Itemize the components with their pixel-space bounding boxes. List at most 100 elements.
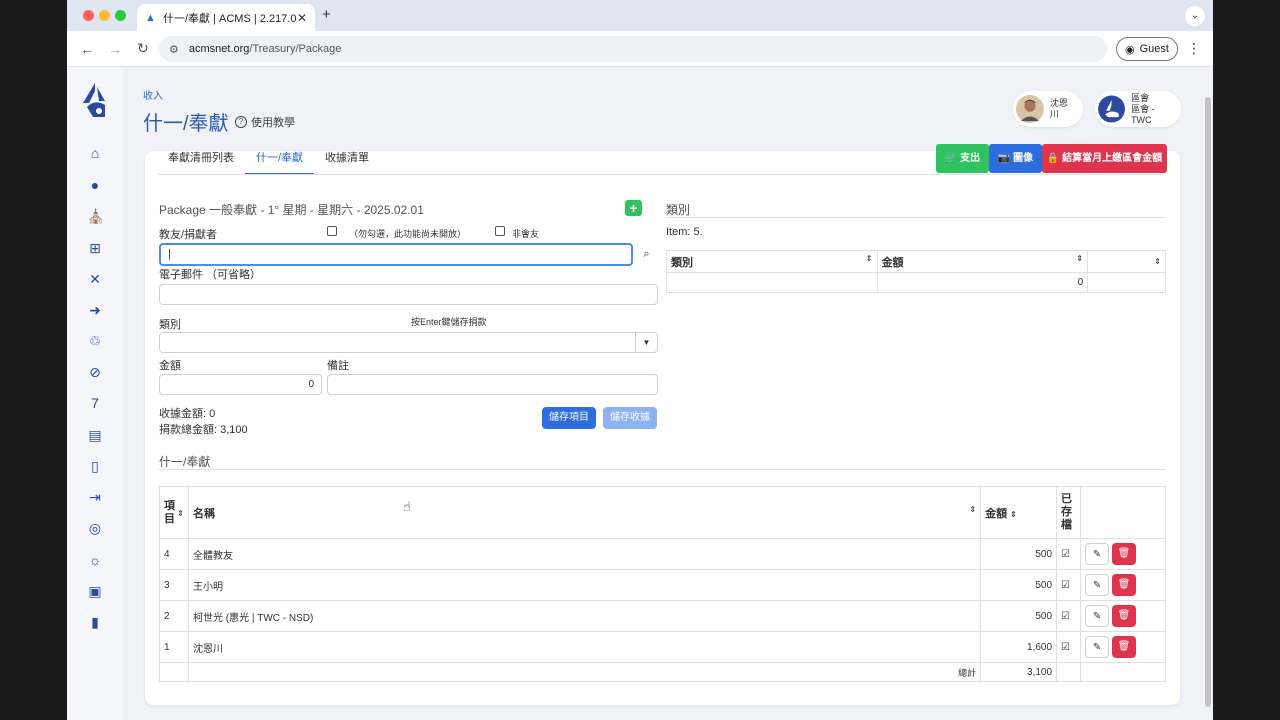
delete-button[interactable]: 🗑: [1112, 605, 1137, 627]
user-icon[interactable]: ●: [87, 177, 103, 193]
broadcast-icon[interactable]: ☼: [87, 552, 103, 568]
sign-out-icon[interactable]: ⇥: [87, 489, 103, 505]
filed-check-icon: ☑: [1056, 538, 1082, 570]
document-icon[interactable]: ▯: [87, 458, 103, 474]
sort-icon[interactable]: ⇕: [866, 254, 873, 263]
extra-col-header[interactable]: ⇕: [1087, 250, 1166, 273]
browser-tab[interactable]: ▲ 什一/奉獻 | ACMS | 2.217.0 ✕: [137, 4, 315, 31]
forward-icon[interactable]: →: [101, 41, 129, 57]
email-label: 電子郵件 （可省略）: [159, 269, 262, 281]
church-icon[interactable]: ⛪: [87, 208, 104, 224]
sort-icon[interactable]: ⇕: [969, 505, 976, 514]
new-tab-icon[interactable]: +: [322, 6, 331, 23]
tab-receipt-list[interactable]: 收據清單: [314, 151, 380, 175]
browser-window: ▲ 什一/奉獻 | ACMS | 2.217.0 ✕ + ⌄ ← → ↻ ⚙ a…: [67, 0, 1213, 720]
save-item-button[interactable]: 儲存項目: [542, 407, 596, 429]
item-col-header[interactable]: 項目 ⇕: [159, 486, 189, 539]
edit-button[interactable]: ✎: [1085, 574, 1110, 596]
tab-tithe-offering[interactable]: 什一/奉獻: [245, 151, 315, 175]
amount-col-header[interactable]: 金額 ⇕: [980, 486, 1058, 539]
browser-menu-icon[interactable]: ⋮: [1187, 40, 1201, 57]
help-label: 使用教學: [251, 117, 295, 129]
non-member-checkbox[interactable]: [495, 226, 505, 236]
sitemap-icon[interactable]: ⊞: [87, 240, 103, 256]
app-area: ⌂ ● ⛪ ⊞ ✕ ➜ ♲ ⊘ 7 ▤ ▯ ⇥ ◎ ☼ ▣ ▮ 收入 什一/奉獻…: [67, 67, 1213, 720]
help-link[interactable]: ? 使用教學: [235, 114, 295, 130]
app-logo-icon[interactable]: [79, 81, 111, 121]
tab-search-chevron-icon[interactable]: ⌄: [1185, 6, 1205, 26]
save-receipt-button[interactable]: 儲存收據: [603, 407, 657, 429]
coins-icon[interactable]: ◎: [87, 520, 103, 536]
close-window-button[interactable]: [83, 10, 94, 21]
category-panel-title: 類別: [666, 203, 691, 217]
ban-icon[interactable]: ⊘: [87, 364, 103, 380]
tools-icon[interactable]: ✕: [87, 271, 103, 287]
edit-button[interactable]: ✎: [1085, 636, 1110, 658]
tab-package-list[interactable]: 奉獻清冊列表: [157, 151, 245, 175]
image-button[interactable]: 📷 圖像: [989, 144, 1042, 173]
reload-icon[interactable]: ↻: [129, 40, 157, 57]
add-icon[interactable]: +: [625, 200, 642, 216]
breadcrumb[interactable]: 收入: [143, 87, 163, 102]
delete-button[interactable]: 🗑: [1112, 574, 1137, 596]
amount-col-header[interactable]: 金額 ⇕: [876, 250, 1089, 273]
total-value: 3,100: [980, 662, 1058, 682]
sign-in-icon[interactable]: ➜: [87, 302, 103, 318]
name-cell: 王小明: [187, 569, 982, 601]
edit-button[interactable]: ✎: [1085, 605, 1110, 627]
filed-check-icon: ☑: [1056, 631, 1082, 663]
maximize-window-button[interactable]: [115, 10, 126, 21]
site-settings-icon[interactable]: ⚙: [169, 43, 179, 56]
minimize-window-button[interactable]: [99, 10, 110, 21]
profile-button[interactable]: ◉ Guest: [1116, 37, 1178, 61]
name-col-header[interactable]: 名稱 ⇕: [187, 486, 982, 539]
name-cell: 沈恩川: [187, 631, 982, 663]
image-label: 圖像: [1013, 153, 1034, 164]
address-bar[interactable]: ⚙ acmsnet.org/Treasury/Package: [159, 36, 1107, 62]
sort-icon[interactable]: ⇕: [1076, 254, 1083, 263]
category-select[interactable]: ▼: [159, 332, 658, 353]
delete-button[interactable]: 🗑: [1112, 543, 1137, 565]
close-month-button[interactable]: 🔒 結算當月上繳區會金額: [1042, 144, 1167, 173]
profile-label: Guest: [1139, 43, 1169, 55]
bar-chart-icon[interactable]: ▮: [87, 614, 103, 630]
category-col-header[interactable]: 類別 ⇕: [666, 250, 878, 273]
expense-button[interactable]: 🛒 支出: [936, 144, 989, 173]
category-label: 類別: [159, 319, 181, 331]
donor-checkbox[interactable]: [327, 226, 337, 236]
seven-icon[interactable]: 7: [87, 395, 103, 411]
ledger-icon[interactable]: ▤: [87, 427, 103, 443]
back-icon[interactable]: ←: [73, 41, 101, 57]
conference-sub: 區會 - TWC: [1131, 103, 1155, 125]
receipt-amount: 收據金額: 0: [159, 408, 216, 420]
user-profile-card[interactable]: 沈恩川: [1013, 91, 1083, 127]
home-icon[interactable]: ⌂: [87, 145, 103, 161]
close-tab-icon[interactable]: ✕: [297, 11, 307, 25]
item-cell: 3: [159, 569, 189, 601]
sort-icon[interactable]: ⇕: [1154, 257, 1161, 266]
sort-icon[interactable]: ⇕: [177, 507, 184, 520]
subtabs: 奉獻清冊列表 什一/奉獻 收據清單: [157, 151, 380, 175]
email-field[interactable]: [159, 284, 658, 305]
note-field[interactable]: [327, 374, 658, 395]
edit-button[interactable]: ✎: [1085, 543, 1110, 565]
delete-button[interactable]: 🗑: [1112, 636, 1137, 658]
hand-donation-icon[interactable]: ♲: [87, 333, 103, 349]
chart-board-icon[interactable]: ▣: [87, 583, 103, 599]
donor-input[interactable]: |: [159, 243, 633, 266]
table-row: 4 全體教友 500 ☑ ✎ 🗑: [159, 538, 1166, 570]
conference-card[interactable]: 區會 區會 - TWC: [1095, 91, 1181, 127]
sort-icon[interactable]: ⇕: [1010, 510, 1017, 519]
url-host: acmsnet.org: [188, 43, 250, 55]
chevron-down-icon[interactable]: ▼: [635, 333, 657, 352]
search-icon[interactable]: ⌕: [635, 243, 658, 266]
category-table: 類別 ⇕ 金額 ⇕ ⇕ 0: [666, 250, 1166, 293]
amount-field[interactable]: 0: [159, 374, 322, 395]
table-row: 3 王小明 500 ☑ ✎ 🗑: [159, 569, 1166, 601]
main-card: 奉獻清冊列表 什一/奉獻 收據清單 🛒 支出 📷 圖像 🔒 結算當月上繳區會金額…: [145, 144, 1180, 705]
filed-col-header[interactable]: 已存檔: [1056, 486, 1082, 539]
amount-cell: 500: [980, 538, 1058, 570]
page-scrollbar[interactable]: [1203, 67, 1213, 720]
amount-cell: 500: [980, 569, 1058, 601]
offering-table: 項目 ⇕ 名稱 ⇕ 金額 ⇕ 已存檔 4 全體教友 500 ☑ ✎ 🗑 3 王小明 5…: [159, 486, 1166, 682]
